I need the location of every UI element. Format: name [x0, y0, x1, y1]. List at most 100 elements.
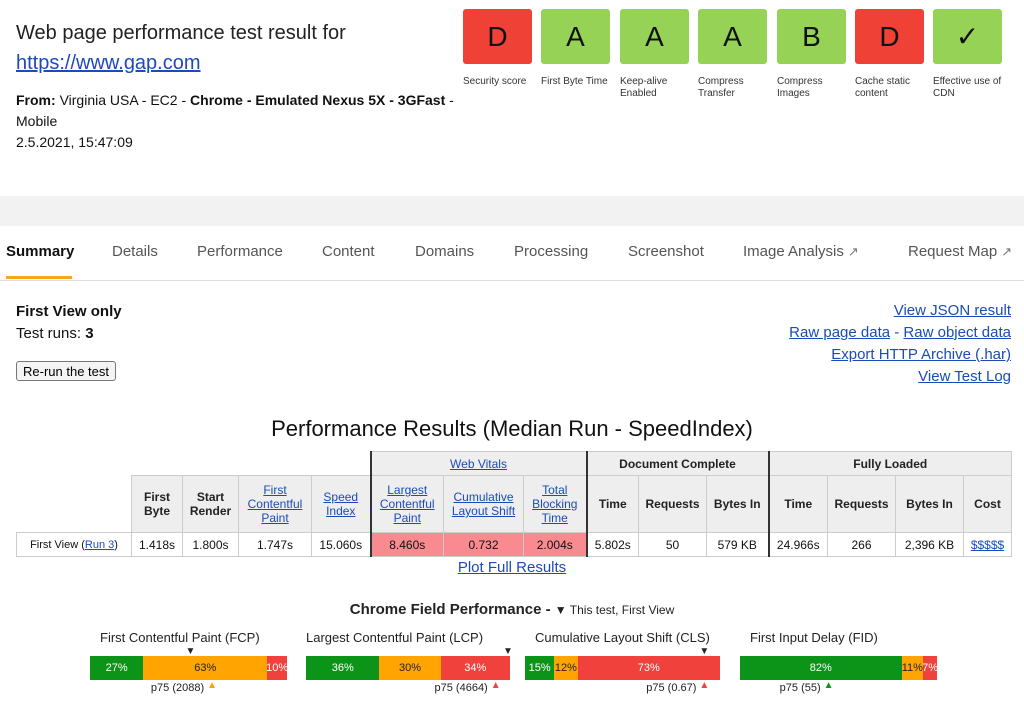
connection: 3GFast	[397, 92, 446, 108]
header-fl-bytes: Bytes In	[895, 475, 964, 533]
bar-segment-good: 36%	[306, 656, 380, 680]
tab-image-analysis[interactable]: Image Analysis ↗	[743, 243, 859, 260]
distribution-bar: 27% 63% 10%	[90, 656, 287, 680]
this-test-marker-icon: ▼	[502, 646, 513, 657]
tab-content[interactable]: Content	[322, 243, 375, 260]
header-fcp[interactable]: First Contentful Paint	[248, 483, 303, 525]
grade-box[interactable]: ✓	[933, 9, 1002, 64]
cell-fcp: 1.747s	[238, 532, 312, 557]
this-test-marker-icon: ▼	[185, 646, 196, 657]
bar-segment-good: 27%	[90, 656, 144, 680]
view-test-log-link[interactable]: View Test Log	[918, 368, 1011, 385]
bar-segment-ni: 12%	[554, 656, 578, 680]
web-vitals-link[interactable]: Web Vitals	[450, 457, 507, 471]
tab-screenshot[interactable]: Screenshot	[628, 243, 704, 260]
field-performance-title: Chrome Field Performance - ▼ This test, …	[349, 601, 675, 618]
p75-marker-icon: ▲	[699, 680, 710, 691]
tab-performance[interactable]: Performance	[197, 243, 283, 260]
bar-segment-ni: 63%	[143, 656, 268, 680]
cell-lcp: 8.460s	[369, 532, 444, 557]
distribution-bar: 82%11%7%	[740, 656, 937, 680]
tested-url-link[interactable]: https://www.gap.com	[16, 52, 201, 75]
grade-label: Keep-alive Enabled	[620, 76, 668, 99]
header-cost: Cost	[963, 475, 1012, 533]
run-link[interactable]: Run 3	[85, 539, 114, 551]
header-speed-index[interactable]: Speed Index	[323, 490, 358, 518]
platform: Mobile	[16, 113, 58, 129]
tab-details[interactable]: Details	[112, 243, 158, 260]
tab-processing[interactable]: Processing	[514, 243, 588, 260]
view-json-link[interactable]: View JSON result	[894, 302, 1011, 319]
raw-page-data-link[interactable]: Raw page data	[789, 324, 890, 341]
table-row: First View (Run 3) 1.418s 1.800s 1.747s …	[16, 532, 1012, 557]
cell-dc-bytes: 579 KB	[706, 532, 769, 557]
grade-box[interactable]: D	[855, 9, 924, 64]
metric-title: First Contentful Paint (FCP)	[100, 630, 260, 645]
grade-label: Security score	[463, 76, 527, 87]
grade-box[interactable]: A	[541, 9, 610, 64]
cell-dc-requests: 50	[638, 532, 707, 557]
bar-segment-ni: 30%	[379, 656, 441, 680]
header-dc-bytes: Bytes In	[706, 475, 769, 533]
export-har-link[interactable]: Export HTTP Archive (.har)	[831, 346, 1011, 363]
p75-marker-icon: ▲	[490, 680, 501, 691]
this-test-marker-icon: ▼	[699, 646, 710, 657]
results-table: Web Vitals Document Complete Fully Loade…	[16, 451, 1012, 557]
browser: Chrome	[190, 92, 243, 108]
header-dc-time: Time	[585, 475, 639, 533]
document-complete-group: Document Complete	[585, 451, 769, 476]
results-title: Performance Results (Median Run - SpeedI…	[271, 416, 753, 441]
distribution-bar: 36% 30% 34%	[306, 656, 510, 680]
rerun-test-button[interactable]: Re-run the test	[16, 361, 116, 381]
tab-domains[interactable]: Domains	[415, 243, 474, 260]
cell-dc-time: 5.802s	[585, 532, 639, 557]
grade-box[interactable]: D	[463, 9, 532, 64]
plot-full-results-link[interactable]: Plot Full Results	[458, 559, 566, 576]
cell-first-byte: 1.418s	[131, 532, 183, 557]
grade-label: Compress Transfer	[698, 76, 744, 99]
header-fl-time: Time	[767, 475, 828, 533]
header-first-byte: First Byte	[131, 475, 183, 533]
metric-title: Largest Contentful Paint (LCP)	[306, 630, 484, 645]
p75-marker-icon: ▲	[823, 680, 834, 691]
grade-label: First Byte Time	[541, 76, 608, 87]
bar-segment-poor: 34%	[440, 656, 510, 680]
tab-bar: Summary Details Performance Content Domains P…	[0, 226, 1024, 281]
header-lcp[interactable]: Largest Contentful Paint	[380, 483, 435, 525]
cost-link[interactable]: $$$$$	[971, 538, 1004, 552]
tab-summary[interactable]: Summary	[6, 243, 74, 260]
tab-request-map[interactable]: Request Map ↗	[908, 243, 1012, 260]
device: Emulated Nexus 5X	[255, 92, 386, 108]
grade-box[interactable]: A	[698, 9, 767, 64]
grade-label: Compress Images	[777, 76, 823, 99]
grade-box[interactable]: A	[620, 9, 689, 64]
raw-data-links: Raw page data - Raw object data	[789, 324, 1011, 341]
bar-segment-poor: 73%	[577, 656, 720, 680]
test-runs: Test runs: 3	[16, 325, 94, 342]
grade-label: Cache static content	[855, 76, 911, 99]
cell-speed-index: 15.060s	[311, 532, 371, 557]
grade-box[interactable]: B	[777, 9, 846, 64]
cell-tbt: 2.004s	[523, 532, 587, 557]
row-label: First View (Run 3)	[16, 532, 132, 557]
test-info: From: Virginia USA - EC2 - Chrome - Emul…	[16, 92, 454, 150]
from-label: From:	[16, 92, 56, 108]
cell-fl-requests: 266	[827, 532, 896, 557]
header-cls[interactable]: Cumulative Layout Shift	[452, 490, 515, 518]
header-start-render: Start Render	[182, 475, 239, 533]
p75-label: p75 (4664)	[434, 682, 488, 694]
external-link-icon: ↗	[847, 244, 859, 259]
first-view-only: First View only	[16, 303, 122, 320]
divider-band	[0, 196, 1024, 226]
header-dc-requests: Requests	[638, 475, 707, 533]
raw-object-data-link[interactable]: Raw object data	[903, 324, 1011, 341]
timestamp: 2.5.2021, 15:47:09	[16, 134, 133, 150]
p75-marker-icon: ▲	[207, 680, 218, 691]
external-link-icon: ↗	[1001, 244, 1013, 259]
cell-cls: 0.732	[443, 532, 524, 557]
header-tbt[interactable]: Total Blocking Time	[532, 483, 577, 525]
location: Virginia USA - EC2	[59, 92, 178, 108]
field-legend: ▼ This test, First View	[554, 603, 675, 617]
metric-title: Cumulative Layout Shift (CLS)	[535, 630, 710, 645]
page-title: Web page performance test result for	[16, 22, 346, 44]
